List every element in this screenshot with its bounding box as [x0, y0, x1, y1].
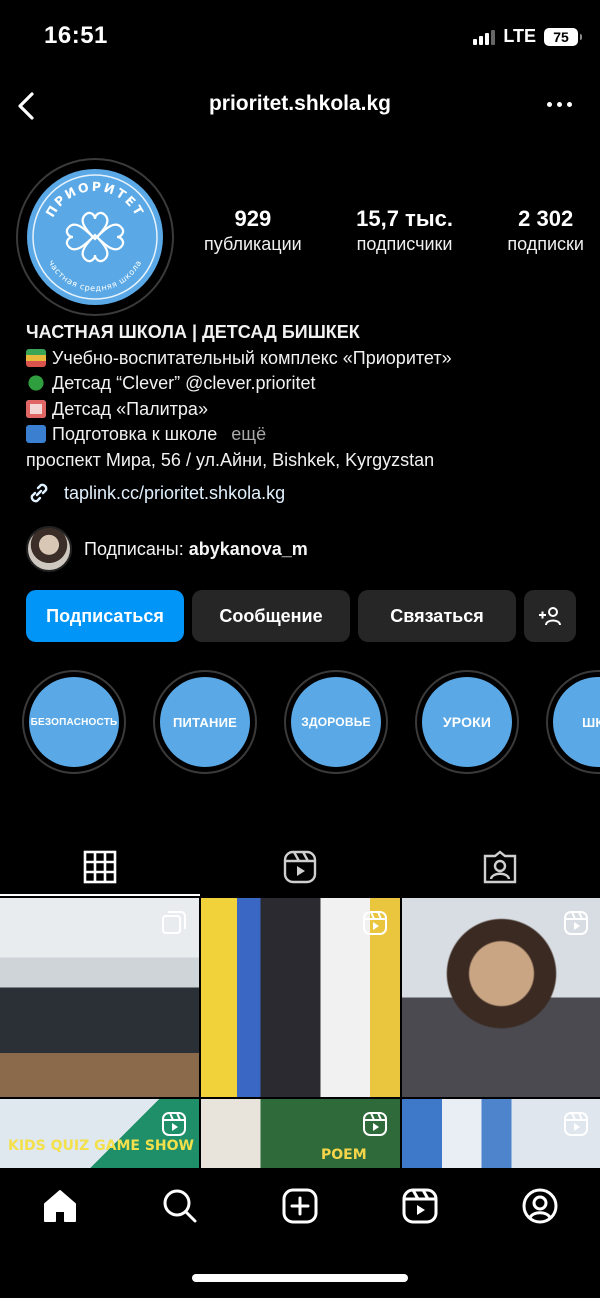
post-thumbnail[interactable]: [0, 898, 199, 1097]
post-caption: POEM: [321, 1147, 367, 1163]
post-caption: KIDS QUIZ GAME SHOW: [8, 1138, 194, 1154]
bio-address[interactable]: проспект Мира, 56 / ул.Айни, Bishkek, Ky…: [26, 448, 586, 474]
bio-line: Подготовка к школе ещё: [26, 422, 586, 448]
profile-stats: 929 публикации 15,7 тыс. подписчики 2 30…: [204, 206, 584, 255]
post-thumbnail[interactable]: POEM: [201, 1099, 400, 1168]
battery-icon: 75: [544, 27, 582, 46]
nav-reels[interactable]: [390, 1186, 450, 1226]
post-thumbnail[interactable]: [201, 898, 400, 1097]
posts-grid: KIDS QUIZ GAME SHOW POEM: [0, 898, 600, 1168]
highlight-label: БЕЗОПАСНОСТЬ: [30, 716, 118, 728]
reels-icon: [162, 1112, 186, 1136]
add-person-icon: [539, 607, 561, 626]
bio-line: Учебно-воспитательный комплекс «Приорите…: [26, 346, 586, 372]
followed-by-user: abykanova_m: [188, 538, 308, 559]
profile-tabs: [0, 838, 600, 898]
stat-label: публикации: [204, 234, 302, 254]
reels-icon: [564, 1112, 588, 1136]
reels-icon: [564, 911, 588, 935]
more-options-button[interactable]: [547, 102, 572, 107]
books-emoji-icon: [26, 348, 46, 367]
svg-text:частная средняя школа: частная средняя школа: [47, 258, 144, 293]
stat-posts[interactable]: 929 публикации: [204, 206, 302, 255]
bio-line: Детсад “Clever” @clever.prioritet: [26, 371, 586, 397]
bio-link-text: taplink.cc/prioritet.shkola.kg: [64, 482, 286, 503]
profile-display-name: ЧАСТНАЯ ШКОЛА | ДЕТСАД БИШКЕК: [26, 322, 360, 342]
profile-avatar[interactable]: ПРИОРИТЕТ частная средняя школа: [16, 158, 174, 316]
story-highlights: БЕЗОПАСНОСТЬ ПИТАНИЕ ЗДОРОВЬЕ УРОКИ ШКО: [22, 670, 600, 774]
stat-value: 2 302: [518, 206, 574, 231]
profile-actions: Подписаться Сообщение Связаться: [26, 590, 576, 642]
nav-create[interactable]: [270, 1186, 330, 1226]
contact-button[interactable]: Связаться: [358, 590, 516, 642]
four-leaf-clover-icon: [26, 374, 46, 393]
highlight-item[interactable]: БЕЗОПАСНОСТЬ: [22, 670, 126, 774]
reels-icon: [363, 1112, 387, 1136]
bio-line-text: Детсад “Clever” @clever.prioritet: [52, 373, 316, 394]
bio-line: Детсад «Палитра»: [26, 397, 586, 423]
profile-header: prioritet.shkola.kg: [0, 80, 600, 132]
highlight-label: ПИТАНИЕ: [172, 714, 237, 730]
stat-value: 929: [234, 206, 272, 231]
profile-username: prioritet.shkola.kg: [208, 92, 392, 115]
highlight-item[interactable]: ЗДОРОВЬЕ: [284, 670, 388, 774]
create-icon: [282, 1188, 318, 1224]
highlight-label: ЗДОРОВЬЕ: [301, 715, 371, 729]
home-icon: [44, 1190, 76, 1222]
tab-grid[interactable]: [0, 838, 200, 896]
link-icon: [30, 483, 48, 503]
stat-label: подписки: [507, 234, 584, 254]
carousel-icon: [162, 911, 186, 934]
followed-by-text: Подписаны: abykanova_m: [84, 539, 308, 560]
status-bar: 16:51 LTE 75: [0, 0, 600, 70]
home-indicator[interactable]: [192, 1274, 408, 1282]
highlight-item[interactable]: ПИТАНИЕ: [153, 670, 257, 774]
highlight-label: УРОКИ: [442, 714, 492, 730]
post-thumbnail[interactable]: [402, 898, 600, 1097]
stat-value: 15,7 тыс.: [356, 206, 453, 231]
network-label: LTE: [503, 26, 536, 46]
grid-icon: [83, 850, 117, 884]
highlight-item[interactable]: УРОКИ: [415, 670, 519, 774]
tab-tagged[interactable]: [400, 838, 600, 896]
stat-following[interactable]: 2 302 подписки: [507, 206, 584, 255]
follow-button[interactable]: Подписаться: [26, 590, 184, 642]
signal-icon: [473, 29, 496, 45]
status-indicators: LTE 75: [473, 26, 582, 47]
reels-icon: [402, 1188, 438, 1224]
reels-icon: [283, 850, 317, 884]
bio-line-text: Детсад «Палитра»: [52, 398, 208, 419]
tab-reels[interactable]: [200, 838, 400, 896]
status-time: 16:51: [44, 22, 108, 49]
search-icon: [163, 1189, 197, 1223]
followed-by[interactable]: Подписаны: abykanova_m: [26, 526, 308, 572]
svg-text:ПРИОРИТЕТ: ПРИОРИТЕТ: [42, 179, 147, 220]
nav-search[interactable]: [150, 1186, 210, 1226]
post-thumbnail[interactable]: KIDS QUIZ GAME SHOW: [0, 1099, 199, 1168]
followed-by-prefix: Подписаны:: [84, 538, 189, 559]
school-logo: ПРИОРИТЕТ частная средняя школа: [27, 169, 163, 305]
message-button[interactable]: Сообщение: [192, 590, 350, 642]
hospital-icon: [26, 399, 46, 418]
reels-icon: [363, 911, 387, 935]
nav-profile[interactable]: [510, 1186, 570, 1226]
nav-home[interactable]: [30, 1186, 90, 1226]
more-horizontal-icon: [547, 102, 552, 107]
highlight-label: ШКО: [582, 714, 600, 730]
stat-label: подписчики: [356, 234, 453, 254]
tagged-icon: [483, 850, 517, 884]
suggested-users-button[interactable]: [524, 590, 576, 642]
follower-avatar: [26, 526, 72, 572]
blue-book-icon: [26, 425, 46, 444]
bio-line-text: Подготовка к школе: [52, 424, 218, 445]
profile-icon: [522, 1188, 558, 1224]
stat-followers[interactable]: 15,7 тыс. подписчики: [356, 206, 453, 255]
highlight-item[interactable]: ШКО: [546, 670, 600, 774]
bio-line-text: Учебно-воспитательный комплекс «Приорите…: [52, 347, 452, 368]
bio-link[interactable]: taplink.cc/prioritet.shkola.kg: [26, 480, 285, 506]
active-tab-indicator: [0, 894, 200, 896]
profile-bio: ЧАСТНАЯ ШКОЛА | ДЕТСАД БИШКЕК Учебно-вос…: [26, 320, 586, 474]
bio-more-link[interactable]: ещё: [231, 424, 266, 444]
post-thumbnail[interactable]: [402, 1099, 600, 1168]
